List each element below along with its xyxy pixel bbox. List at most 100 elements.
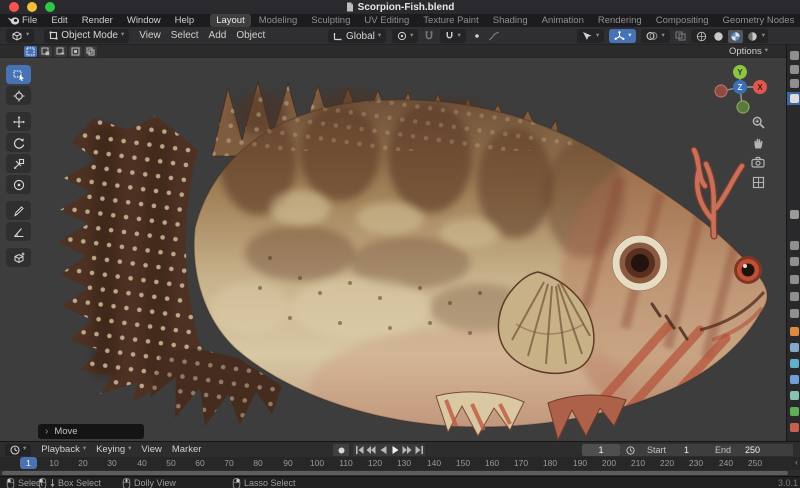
tool-measure[interactable] [6,222,31,241]
tab-compositing[interactable]: Compositing [650,14,715,27]
properties-tab-output-icon[interactable] [790,257,799,266]
tool-rotate[interactable] [6,133,31,152]
transform-orientation-dropdown[interactable]: Global ▾ [328,29,387,43]
tool-scale[interactable] [6,154,31,173]
object-visibility-dropdown[interactable]: ▾ [576,29,605,43]
viewport-3d[interactable]: Y X Z › Move [0,58,786,441]
collapse-icon[interactable]: ‹ [795,457,798,467]
tool-annotate[interactable] [6,201,31,220]
xray-icon[interactable] [675,31,686,41]
menu-help[interactable]: Help [175,15,195,26]
menu-marker[interactable]: Marker [172,444,202,455]
menu-window[interactable]: Window [127,15,161,26]
right-editors-strip[interactable] [786,45,800,441]
start-frame-field[interactable]: 1 [684,445,689,455]
menu-file[interactable]: File [22,15,37,26]
tab-geometry-nodes[interactable]: Geometry Nodes [717,14,800,27]
current-frame-field[interactable]: 1 [582,444,620,456]
menu-playback[interactable]: Playback ▾ [41,444,86,455]
properties-tab-constraints-icon[interactable] [790,391,799,400]
select-mode-subtract-icon[interactable] [54,45,67,57]
menu-keying[interactable]: Keying ▾ [96,444,131,455]
pivot-point-dropdown[interactable]: ▾ [392,29,419,43]
select-mode-intersect-icon[interactable] [84,45,97,57]
fish-object[interactable] [58,80,786,441]
outliner-selected-row[interactable] [787,92,800,105]
properties-tab-viewlayer-icon[interactable] [790,275,799,284]
scrollbar-thumb[interactable] [2,471,788,475]
properties-tab-data-icon[interactable] [790,407,799,416]
tool-cursor[interactable] [6,86,31,105]
minimize-window-button[interactable] [27,2,37,12]
menu-render[interactable]: Render [82,15,113,26]
shading-wireframe-icon[interactable] [694,30,709,43]
tab-texture-paint[interactable]: Texture Paint [417,14,484,27]
menu-view[interactable]: View [139,30,161,41]
play-button[interactable] [389,444,401,456]
next-keyframe-button[interactable] [401,444,413,456]
tab-animation[interactable]: Animation [536,14,590,27]
timeline-editor-type-button[interactable]: ▾ [5,443,32,456]
tool-add-cube[interactable] [6,248,31,267]
window-title: Scorpion-Fish.blend [357,1,455,13]
menu-object[interactable]: Object [236,30,265,41]
tool-move[interactable] [6,112,31,131]
prev-keyframe-button[interactable] [365,444,377,456]
mode-dropdown[interactable]: Object Mode ▾ [44,28,130,43]
select-mode-set-icon[interactable] [24,45,37,57]
gizmo-axis-y-neg[interactable] [736,100,750,114]
camera-view-button[interactable] [750,154,766,170]
navigation-gizmo[interactable]: Y X Z [710,62,768,118]
expand-icon[interactable]: › [45,426,48,437]
jump-to-start-button[interactable] [353,444,365,456]
blender-logo[interactable] [7,16,20,25]
zoom-window-button[interactable] [45,2,55,12]
shading-rendered-icon[interactable] [745,30,760,43]
properties-tab-physics-icon[interactable] [790,375,799,384]
operator-panel[interactable]: › Move [38,424,144,439]
properties-tab-particles-icon[interactable] [790,359,799,368]
playhead[interactable]: 1 [20,457,37,469]
properties-tab-world-icon[interactable] [790,309,799,318]
properties-tab-object-icon[interactable] [790,327,799,336]
viewport-canvas[interactable] [0,58,786,441]
falloff-curve-icon[interactable] [488,31,500,41]
snap-magnet-icon[interactable] [424,30,434,42]
timeline-ruler[interactable]: 10 20 30 40 50 60 70 80 90 100 110 120 1… [0,457,800,470]
tab-rendering[interactable]: Rendering [592,14,648,27]
auto-keying-button[interactable] [333,444,349,456]
select-mode-invert-icon[interactable] [69,45,82,57]
shading-material-icon[interactable] [727,29,743,43]
menu-edit[interactable]: Edit [51,15,67,26]
show-overlays-dropdown[interactable]: ▾ [641,29,670,43]
shading-solid-icon[interactable] [711,30,726,43]
properties-tab-material-icon[interactable] [790,423,799,432]
properties-tab-scene-icon[interactable] [790,292,799,301]
properties-tab-modifiers-icon[interactable] [790,343,799,352]
jump-to-end-button[interactable] [413,444,425,456]
end-frame-field[interactable]: 250 [745,445,760,455]
tool-transform[interactable] [6,175,31,194]
proportional-edit-icon[interactable] [472,31,482,41]
select-mode-extend-icon[interactable] [39,45,52,57]
snap-settings-dropdown[interactable]: ▾ [440,29,466,43]
options-dropdown[interactable]: Options ▾ [729,46,768,57]
pan-button[interactable] [750,134,766,150]
gizmo-axis-x-neg[interactable] [714,84,728,98]
menu-add[interactable]: Add [209,30,227,41]
ortho-toggle-button[interactable] [750,174,766,190]
editor-type-button[interactable]: ▾ [6,28,35,43]
tab-shading[interactable]: Shading [487,14,534,27]
play-reverse-button[interactable] [377,444,389,456]
menu-select[interactable]: Select [171,30,199,41]
tab-sculpting[interactable]: Sculpting [305,14,356,27]
properties-tab-render-icon[interactable] [790,241,799,250]
zoom-button[interactable] [750,114,766,130]
show-gizmo-toggle[interactable]: ▾ [609,29,637,43]
tab-uv-editing[interactable]: UV Editing [358,14,415,27]
menu-tl-view[interactable]: View [141,444,161,455]
tab-layout[interactable]: Layout [210,14,251,27]
tab-modeling[interactable]: Modeling [253,14,304,27]
close-window-button[interactable] [9,2,19,12]
tool-select-box[interactable] [6,65,31,84]
